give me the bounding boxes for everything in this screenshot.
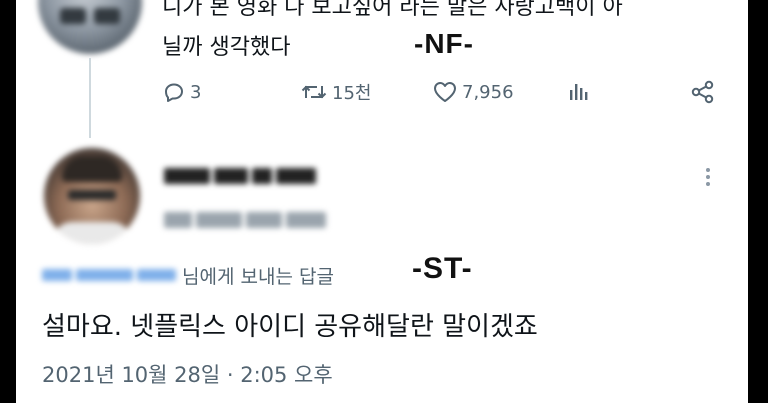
reply-count: 3 bbox=[190, 81, 202, 103]
tweet-thread-card: 니가 본 영화 다 보고싶어 라는 말은 사랑고백이 아 닐까 생각했다 -NF… bbox=[16, 0, 748, 403]
share-button[interactable] bbox=[690, 76, 716, 108]
replying-to-row: 님에게 보내는 답글 bbox=[42, 262, 334, 288]
thread-connector-line bbox=[89, 58, 91, 138]
reply-timestamp[interactable]: 2021년 10월 28일 · 2:05 오후 bbox=[42, 359, 333, 389]
reply-icon bbox=[165, 83, 183, 102]
replying-to-label: 님에게 보내는 답글 bbox=[182, 265, 334, 288]
like-count: 7,956 bbox=[462, 81, 514, 103]
avatar-top[interactable] bbox=[38, 0, 142, 54]
analytics-button[interactable] bbox=[566, 76, 590, 108]
handle-blurred[interactable] bbox=[164, 212, 354, 228]
overlay-label-st: -ST- bbox=[412, 252, 473, 285]
like-button[interactable]: 7,956 bbox=[432, 76, 514, 108]
top-tweet-text-line1: 니가 본 영화 다 보고싶어 라는 말은 사랑고백이 아 bbox=[162, 0, 623, 20]
more-icon bbox=[706, 168, 712, 186]
more-options-button[interactable] bbox=[706, 165, 712, 189]
reply-button[interactable]: 3 bbox=[162, 76, 201, 108]
retweet-count: 15천 bbox=[332, 83, 372, 104]
top-tweet-actions: 3 15천 7,956 bbox=[162, 76, 722, 108]
retweet-icon bbox=[301, 85, 327, 99]
overlay-label-nf: -NF- bbox=[414, 28, 474, 59]
reply-tweet-text: 설마요. 넷플릭스 아이디 공유해달란 말이겠죠 bbox=[42, 312, 538, 342]
avatar-reply[interactable] bbox=[44, 148, 140, 244]
like-icon bbox=[434, 82, 456, 102]
reply-mention-blurred[interactable] bbox=[42, 269, 180, 281]
analytics-icon bbox=[570, 84, 588, 100]
display-name-blurred[interactable] bbox=[164, 168, 354, 184]
retweet-button[interactable]: 15천 bbox=[300, 76, 371, 108]
share-icon bbox=[691, 80, 714, 104]
